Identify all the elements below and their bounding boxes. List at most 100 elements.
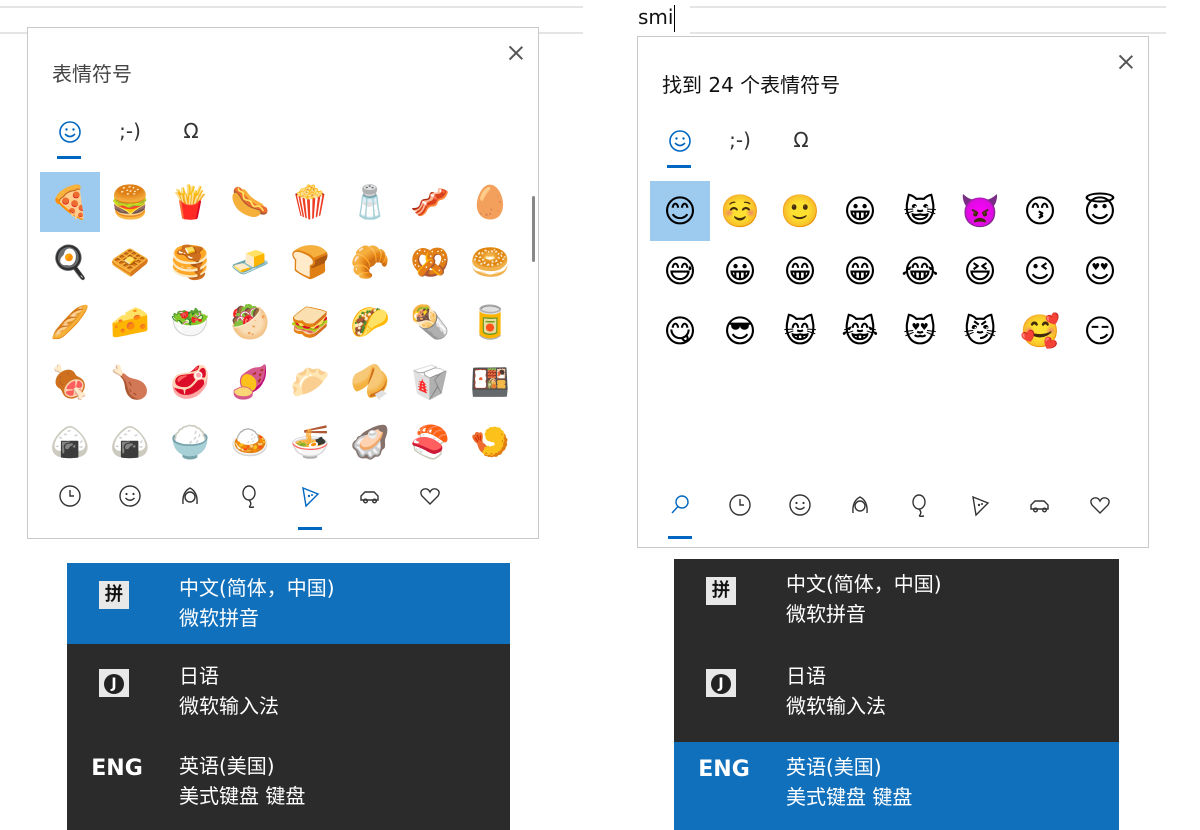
emoji-cell[interactable]: 🍔 xyxy=(100,172,160,232)
tab-kaomoji[interactable]: ;-) xyxy=(110,115,150,155)
emoji-cell[interactable]: 😎 xyxy=(710,301,770,361)
emoji-cell[interactable]: 😼 xyxy=(950,301,1010,361)
emoji-cell[interactable]: 🥗 xyxy=(160,292,220,352)
input-method-item[interactable]: J 日语 微软输入法 xyxy=(674,651,1119,739)
close-icon[interactable] xyxy=(508,45,524,61)
input-method-item[interactable]: 拼 中文(简体，中国) 微软拼音 xyxy=(67,563,510,644)
emoji-cell[interactable]: 👿 xyxy=(950,181,1010,241)
category-people-icon[interactable] xyxy=(840,491,880,531)
emoji-cell[interactable]: 😸 xyxy=(770,301,830,361)
emoji-cell[interactable]: 🍞 xyxy=(280,232,340,292)
category-food-icon[interactable] xyxy=(960,491,1000,531)
emoji-cell[interactable]: 🥨 xyxy=(400,232,460,292)
emoji-cell[interactable]: 🍚 xyxy=(160,412,220,472)
emoji-cell[interactable]: 🥟 xyxy=(280,352,340,412)
tab-symbols[interactable]: Ω xyxy=(781,124,821,164)
editor-typed-text[interactable]: smi xyxy=(638,4,676,32)
emoji-cell[interactable]: 😇 xyxy=(1070,181,1130,241)
emoji-cell[interactable]: 🥙 xyxy=(220,292,280,352)
emoji-cell[interactable]: 😂 xyxy=(890,241,950,301)
category-celebration-icon[interactable] xyxy=(230,482,270,522)
emoji-cell[interactable]: 🍳 xyxy=(40,232,100,292)
emoji-cell[interactable]: 🧇 xyxy=(100,232,160,292)
emoji-cell[interactable]: 🍠 xyxy=(220,352,280,412)
emoji-cell[interactable]: 🦪 xyxy=(340,412,400,472)
input-method-item[interactable]: ENG 英语(美国) 美式键盘 键盘 xyxy=(674,742,1119,830)
emoji-cell[interactable]: 🍙 xyxy=(40,412,100,472)
category-recent-icon[interactable] xyxy=(720,491,760,531)
emoji-cell[interactable]: 🌯 xyxy=(400,292,460,352)
emoji-cell[interactable]: 🍱 xyxy=(460,352,520,412)
emoji-cell[interactable]: 🌭 xyxy=(220,172,280,232)
emoji-cell[interactable]: 🍕 xyxy=(40,172,100,232)
emoji-cell[interactable]: 🥯 xyxy=(460,232,520,292)
emoji-cell[interactable]: 🥚 xyxy=(460,172,520,232)
emoji-cell[interactable]: 😉 xyxy=(1010,241,1070,301)
close-icon[interactable] xyxy=(1118,54,1134,70)
emoji-cell[interactable]: 🍟 xyxy=(160,172,220,232)
emoji-cell[interactable]: 😋 xyxy=(650,301,710,361)
emoji-cell[interactable]: ☺️ xyxy=(710,181,770,241)
emoji-cell[interactable]: 🧈 xyxy=(220,232,280,292)
heart-icon xyxy=(1088,491,1112,531)
emoji-cell[interactable]: 😺 xyxy=(890,181,950,241)
tab-emoji[interactable] xyxy=(50,115,90,159)
tab-kaomoji[interactable]: ;-) xyxy=(720,124,760,164)
emoji-cell[interactable]: 😹 xyxy=(830,301,890,361)
emoji-cell[interactable]: 🍛 xyxy=(220,412,280,472)
emoji-cell[interactable]: 🧀 xyxy=(100,292,160,352)
category-transport-icon[interactable] xyxy=(350,482,390,522)
emoji-cell[interactable]: 🍤 xyxy=(460,412,520,472)
emoji-cell[interactable]: 🍙 xyxy=(100,412,160,472)
emoji-cell[interactable]: 🥓 xyxy=(400,172,460,232)
emoji-cell[interactable]: 🍿 xyxy=(280,172,340,232)
japanese-ime-icon: J xyxy=(706,669,736,697)
emoji-cell[interactable]: 😁 xyxy=(770,241,830,301)
emoji-cell[interactable]: 🍣 xyxy=(400,412,460,472)
category-transport-icon[interactable] xyxy=(1020,491,1060,531)
emoji-cell[interactable]: 🥖 xyxy=(40,292,100,352)
scrollbar[interactable] xyxy=(532,196,535,262)
category-people-icon[interactable] xyxy=(170,482,210,522)
category-heart-icon[interactable] xyxy=(1080,491,1120,531)
category-heart-icon[interactable] xyxy=(410,482,450,522)
category-smiley-icon[interactable] xyxy=(780,491,820,531)
emoji-cell[interactable]: 😏 xyxy=(1070,301,1130,361)
emoji-cell[interactable]: 🥡 xyxy=(400,352,460,412)
emoji-cell[interactable]: 😍 xyxy=(1070,241,1130,301)
emoji-cell[interactable]: 🍜 xyxy=(280,412,340,472)
emoji-cell[interactable]: 😅 xyxy=(650,241,710,301)
emoji-grid: 🍕 🍔 🍟 🌭 🍿 🧂 🥓 🥚 🍳 🧇 🥞 🧈 🍞 🥐 🥨 🥯 🥖 🧀 🥗 🥙 🥪 🌮 🌯 🥫 🍖 🍗 🥩 🍠 🥟 🥠 🥡 🍱 🍙 🍙 🍚 🍛 🍜 🦪 🍣 🍤 xyxy=(28,172,538,472)
emoji-cell[interactable]: 😆 xyxy=(950,241,1010,301)
input-method-item[interactable]: J 日语 微软输入法 xyxy=(67,651,510,732)
emoji-cell[interactable]: 🥩 xyxy=(160,352,220,412)
emoji-cell[interactable]: 🧂 xyxy=(340,172,400,232)
category-smiley-icon[interactable] xyxy=(110,482,150,522)
emoji-cell[interactable]: 🥫 xyxy=(460,292,520,352)
emoji-cell[interactable]: 😁 xyxy=(830,241,890,301)
emoji-cell[interactable]: 😀 xyxy=(830,181,890,241)
emoji-cell[interactable]: 😙 xyxy=(1010,181,1070,241)
emoji-cell[interactable]: 🌮 xyxy=(340,292,400,352)
emoji-cell[interactable]: 🥠 xyxy=(340,352,400,412)
emoji-cell[interactable]: 😀 xyxy=(710,241,770,301)
emoji-cell[interactable]: 🥰 xyxy=(1010,301,1070,361)
category-recent-icon[interactable] xyxy=(50,482,90,522)
emoji-cell[interactable]: 😊 xyxy=(650,181,710,241)
emoji-cell[interactable]: 🥪 xyxy=(280,292,340,352)
input-method-item[interactable]: 拼 中文(简体，中国) 微软拼音 xyxy=(674,559,1119,647)
emoji-cell[interactable]: 🍗 xyxy=(100,352,160,412)
tab-emoji[interactable] xyxy=(660,124,700,168)
category-search-icon[interactable] xyxy=(660,491,700,539)
smiley-icon xyxy=(788,491,812,531)
emoji-cell[interactable]: 😻 xyxy=(890,301,950,361)
category-bar xyxy=(638,483,1148,543)
emoji-cell[interactable]: 🥞 xyxy=(160,232,220,292)
emoji-cell[interactable]: 🍖 xyxy=(40,352,100,412)
emoji-cell[interactable]: 🙂 xyxy=(770,181,830,241)
category-celebration-icon[interactable] xyxy=(900,491,940,531)
category-food-icon[interactable] xyxy=(290,482,330,530)
emoji-cell[interactable]: 🥐 xyxy=(340,232,400,292)
input-method-item[interactable]: ENG 英语(美国) 美式键盘 键盘 xyxy=(67,741,510,822)
tab-symbols[interactable]: Ω xyxy=(171,115,211,155)
